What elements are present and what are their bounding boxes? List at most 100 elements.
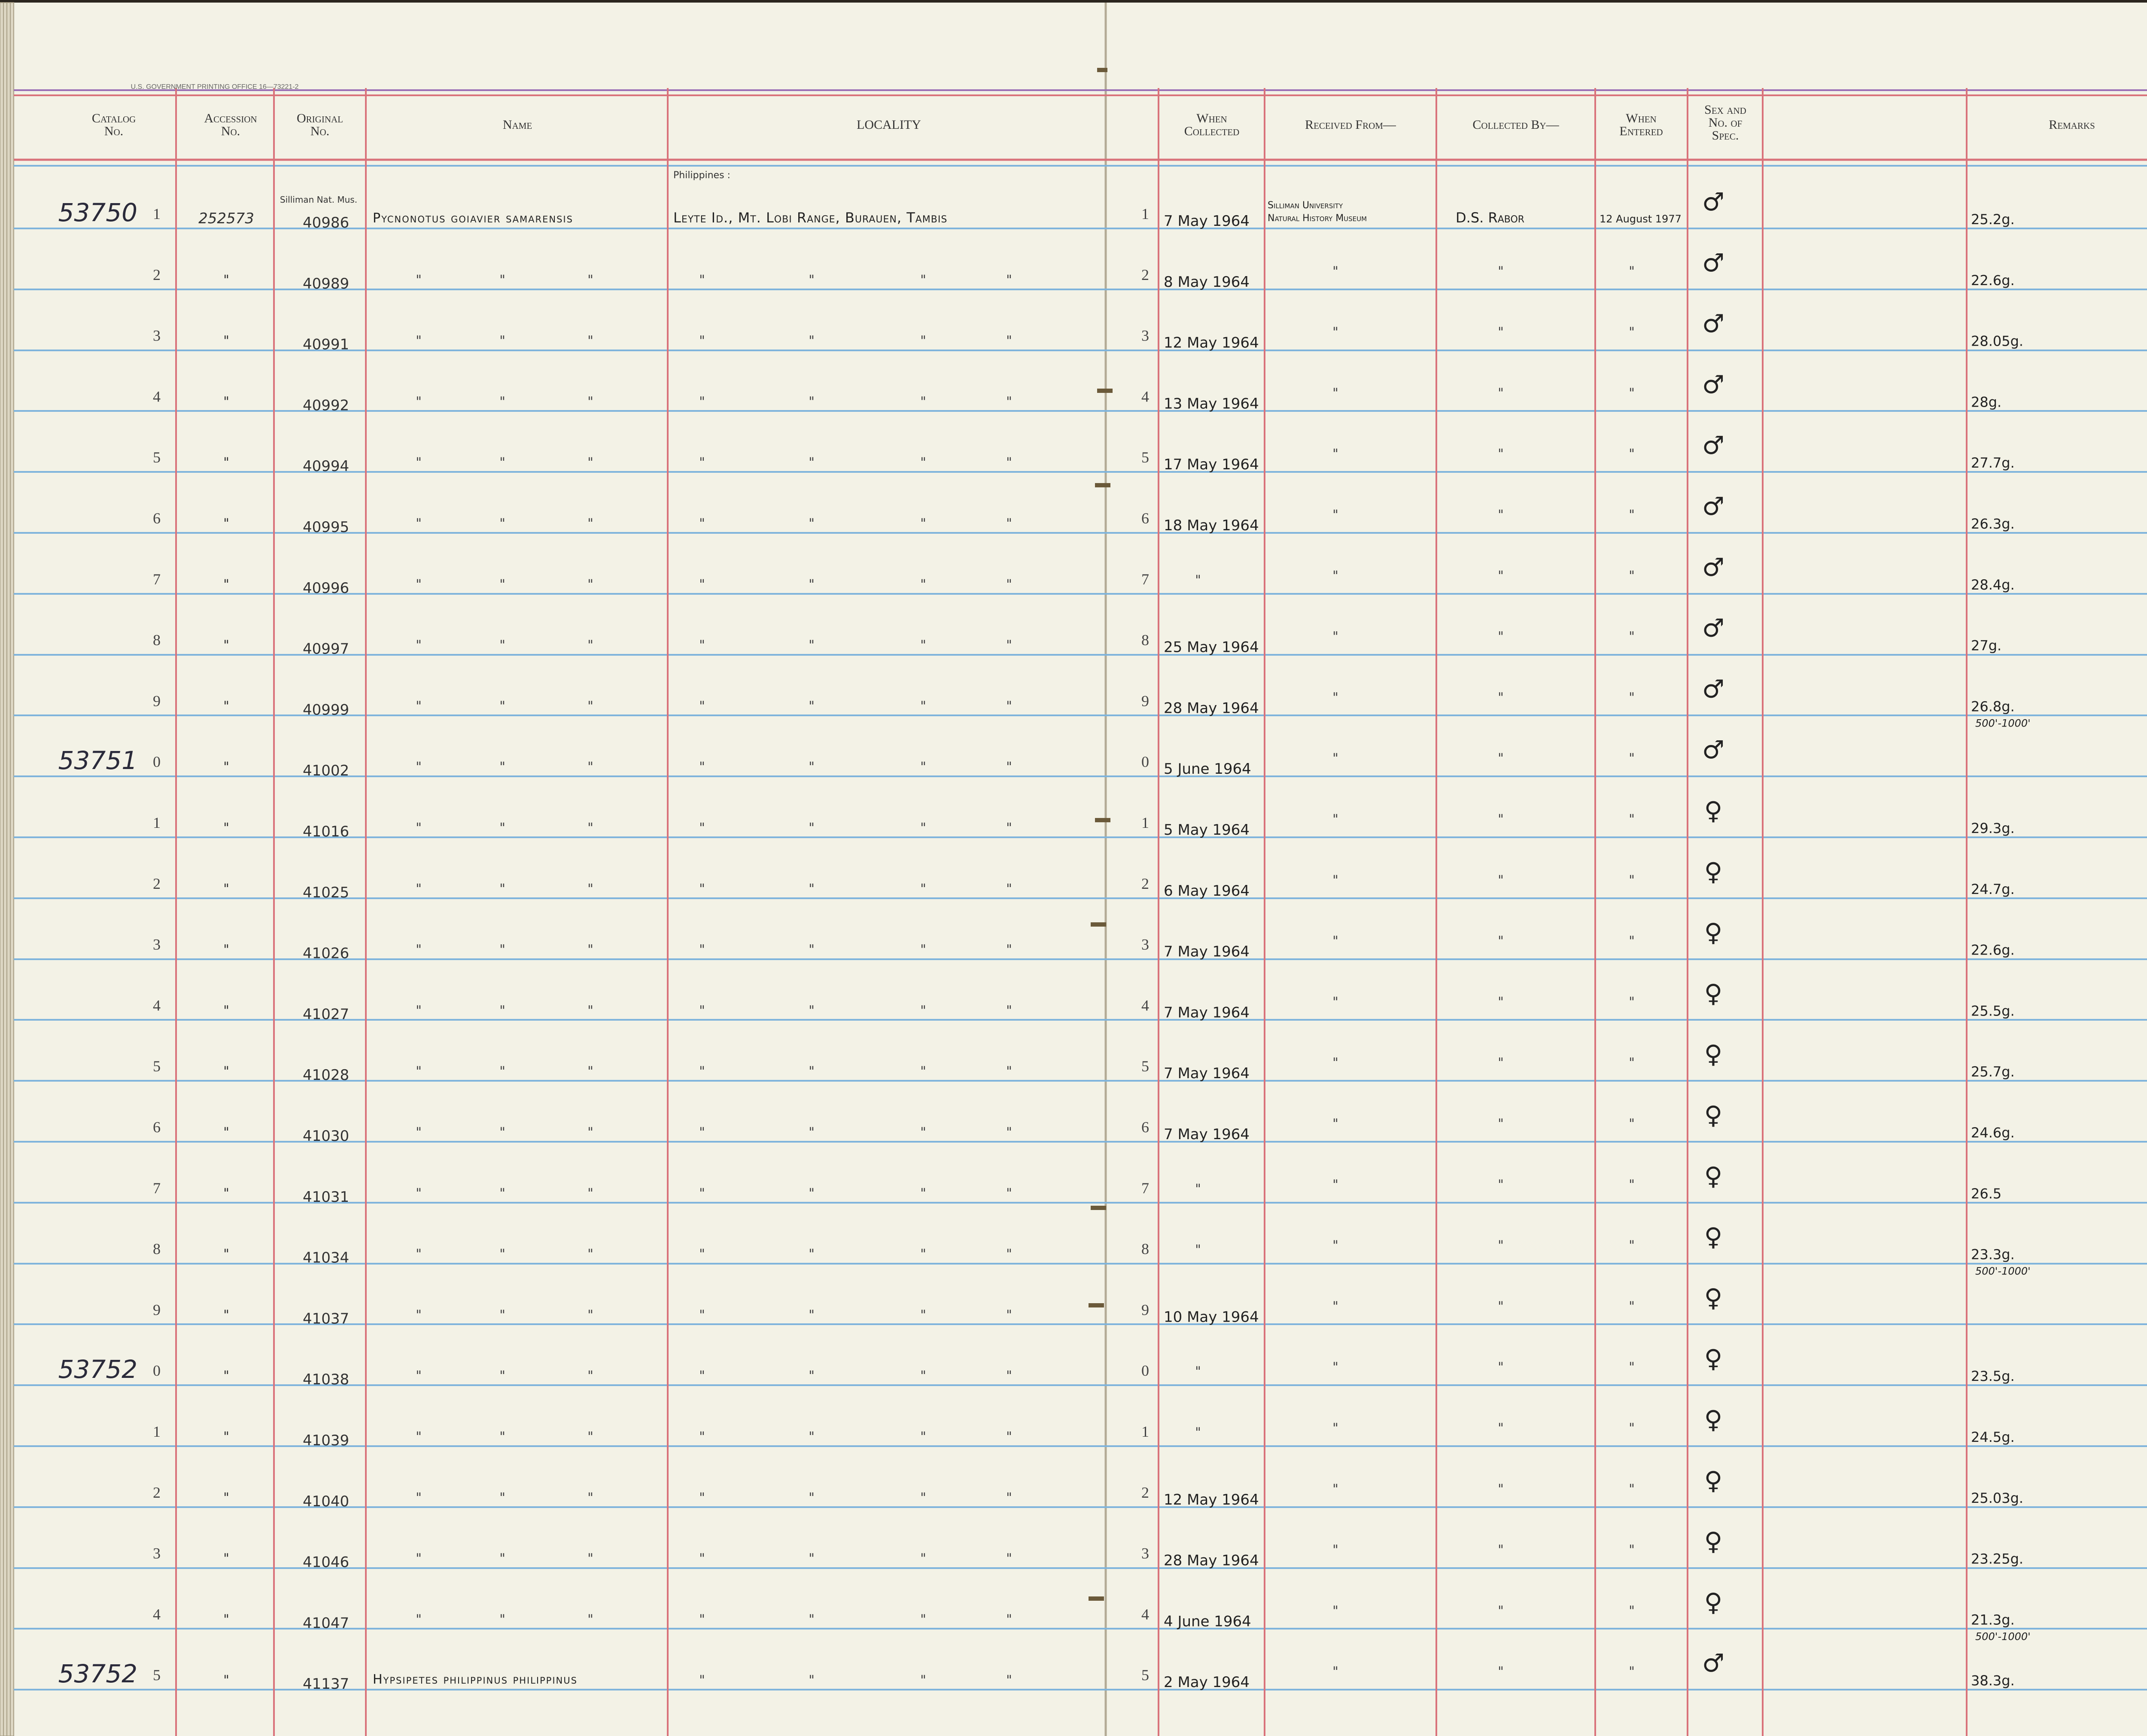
- original-no: 41031: [303, 1189, 349, 1206]
- accession-no: ": [223, 1612, 229, 1627]
- remarks: 26.5: [1971, 1186, 2001, 1202]
- date-collected: 6 May 1964: [1164, 882, 1250, 900]
- date-ditto: ": [1195, 1182, 1201, 1197]
- ditto-mark: ": [1006, 1247, 1012, 1262]
- remarks: 21.3g.: [1971, 1611, 2015, 1628]
- entered-ditto: ": [1629, 629, 1635, 645]
- accession-no: ": [223, 334, 229, 349]
- collector-ditto: ": [1498, 994, 1504, 1009]
- ditto-mark: ": [809, 1368, 815, 1383]
- ditto-mark: ": [416, 699, 422, 714]
- ditto-mark: ": [587, 760, 593, 775]
- ditto-mark: ": [699, 942, 705, 958]
- ditto-mark: ": [499, 455, 505, 470]
- original-no: 41028: [303, 1067, 349, 1084]
- ditto-mark: ": [699, 334, 705, 349]
- original-no: 40999: [303, 701, 349, 718]
- accession-no: ": [223, 394, 229, 409]
- ditto-mark: ": [920, 638, 926, 653]
- ditto-mark: ": [499, 1003, 505, 1018]
- catalog-digit-right: 5: [1141, 1058, 1149, 1075]
- sex-symbol: ♀: [1704, 1283, 1722, 1312]
- ditto-mark: ": [416, 1247, 422, 1262]
- ditto-mark: ": [920, 1247, 926, 1262]
- ditto-mark: ": [587, 638, 593, 653]
- ditto-mark: ": [587, 1307, 593, 1323]
- catalog-base-number: 53751: [58, 746, 137, 775]
- ditto-mark: ": [699, 1307, 705, 1323]
- remarks: 26.3g.: [1971, 516, 2015, 532]
- ditto-mark: ": [499, 577, 505, 592]
- catalog-digit-right: 1: [1141, 205, 1149, 222]
- catalog-digit: 2: [153, 266, 161, 283]
- remarks: 23.3g.: [1971, 1247, 2015, 1263]
- date-collected: 28 May 1964: [1164, 699, 1259, 717]
- catalog-digit-right: 2: [1141, 1484, 1149, 1501]
- remarks: 28g.: [1971, 394, 2001, 410]
- date-collected: 8 May 1964: [1164, 274, 1250, 291]
- received-ditto: ": [1332, 690, 1338, 705]
- remarks: 22.6g.: [1971, 272, 2015, 289]
- remarks: 24.5g.: [1971, 1429, 2015, 1445]
- species-name: Hypsipetes philippinus philippinus: [373, 1672, 578, 1687]
- ditto-mark: ": [416, 821, 422, 836]
- collector-ditto: ": [1498, 325, 1504, 340]
- received-ditto: ": [1332, 447, 1338, 462]
- ditto-mark: ": [920, 1307, 926, 1323]
- catalog-digit-right: 4: [1141, 388, 1149, 405]
- entered-ditto: ": [1629, 1543, 1635, 1558]
- ditto-mark: ": [699, 516, 705, 531]
- ditto-mark: ": [809, 1064, 815, 1079]
- ditto-mark: ": [499, 1490, 505, 1505]
- ditto-mark: ": [1006, 273, 1012, 288]
- ditto-mark: ": [809, 1612, 815, 1627]
- header-when-entered: When: [1626, 111, 1656, 125]
- catalog-digit: 1: [153, 814, 161, 831]
- original-no: 41037: [303, 1310, 349, 1327]
- collector-ditto: ": [1498, 264, 1504, 279]
- entered-ditto: ": [1629, 264, 1635, 279]
- catalog-digit: 2: [153, 875, 161, 892]
- ditto-mark: ": [499, 882, 505, 897]
- ditto-mark: ": [699, 1612, 705, 1627]
- ditto-mark: ": [1006, 942, 1012, 958]
- sex-symbol: ♂: [1702, 370, 1724, 399]
- original-no: 41002: [303, 762, 349, 779]
- remarks-elevation: 500'-1000': [1975, 717, 2031, 729]
- date-collected: 18 May 1964: [1164, 517, 1259, 534]
- header-catalog: Catalog: [92, 111, 136, 125]
- sex-symbol: ♂: [1702, 614, 1724, 643]
- original-no: 41026: [303, 945, 349, 962]
- ditto-mark: ": [920, 942, 926, 958]
- ditto-mark: ": [920, 1612, 926, 1627]
- ditto-mark: ": [920, 1551, 926, 1566]
- sex-symbol: ♀: [1704, 857, 1722, 886]
- ditto-mark: ": [416, 1368, 422, 1383]
- ledger-spread: U.S. GOVERNMENT PRINTING OFFICE 16—73221…: [0, 0, 2147, 1736]
- ditto-mark: ": [920, 699, 926, 714]
- ditto-mark: ": [809, 1429, 815, 1444]
- date-collected: 7 May 1964: [1164, 943, 1250, 961]
- received-ditto: ": [1332, 1238, 1338, 1253]
- catalog-digit-right: 4: [1141, 1605, 1149, 1623]
- date-collected: 7 May 1964: [1164, 1065, 1250, 1082]
- catalog-digit: 7: [153, 1180, 161, 1197]
- ditto-mark: ": [416, 1186, 422, 1201]
- sex-symbol: ♀: [1704, 1101, 1722, 1130]
- original-no: 41137: [303, 1675, 349, 1693]
- received-from-line2: Natural History Museum: [1268, 213, 1367, 224]
- sex-symbol: ♀: [1704, 1587, 1722, 1617]
- ditto-mark: ": [587, 1368, 593, 1383]
- accession-no: ": [223, 1429, 229, 1444]
- ditto-mark: ": [587, 394, 593, 409]
- catalog-digit-right: 3: [1141, 936, 1149, 953]
- catalog-digit: 4: [153, 1605, 161, 1623]
- ditto-mark: ": [809, 1003, 815, 1018]
- accession-no: ": [223, 577, 229, 592]
- remarks: 27.7g.: [1971, 455, 2015, 471]
- received-ditto: ": [1332, 1543, 1338, 1558]
- ditto-mark: ": [809, 1490, 815, 1505]
- collector-ditto: ": [1498, 1055, 1504, 1070]
- header-when-collected: Collected: [1184, 124, 1240, 138]
- ditto-mark: ": [809, 516, 815, 531]
